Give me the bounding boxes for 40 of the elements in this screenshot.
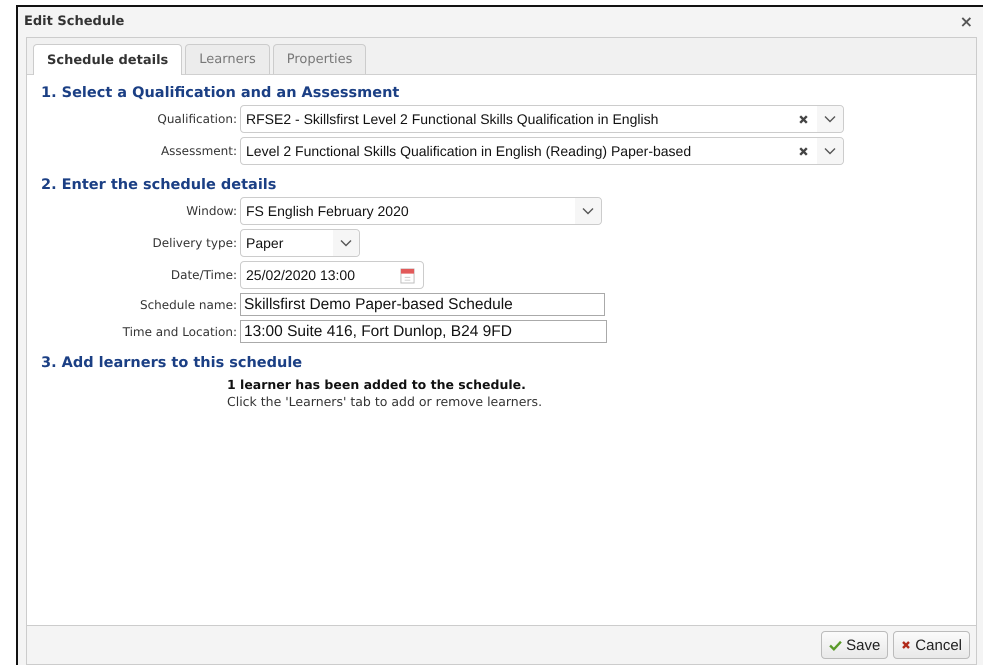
- section-heading: 1. Select a Qualification and an Assessment: [41, 85, 400, 101]
- tab[interactable]: Properties: [272, 44, 366, 74]
- caret-icon[interactable]: [817, 106, 843, 132]
- field-label: Time and Location:: [122, 324, 238, 338]
- clear-icon[interactable]: [798, 146, 809, 156]
- section-heading: 2. Enter the schedule details: [41, 177, 278, 193]
- combo-box[interactable]: RFSE2 - Skillsfirst Level 2 Functional Skills Qualification in English: [240, 105, 844, 133]
- calendar-icon[interactable]: [400, 266, 415, 284]
- check-icon: [829, 640, 842, 650]
- section-heading: 3. Add learners to this schedule: [41, 355, 304, 371]
- clear-icon[interactable]: [798, 114, 809, 124]
- combo-value: Level 2 Functional Skills Qualification in English (Reading) Paper-based: [245, 143, 692, 159]
- dropdown[interactable]: FS English February 2020: [240, 197, 602, 225]
- field-label: Assessment:: [160, 144, 238, 158]
- caret-icon[interactable]: [333, 230, 359, 256]
- field-label: Window:: [185, 204, 238, 218]
- combo-value: RFSE2 - Skillsfirst Level 2 Functional Skills Qualification in English: [245, 111, 660, 127]
- dialog-title: Edit Schedule: [24, 14, 124, 28]
- dropdown-value: Paper: [245, 235, 284, 251]
- hint-text: Click the 'Learners' tab to add or remove learners.: [227, 394, 544, 409]
- field-label: Qualification:: [156, 112, 238, 126]
- field-label: Delivery type:: [152, 236, 238, 250]
- dropdown-value: FS English February 2020: [245, 203, 410, 219]
- cross-icon: [901, 640, 912, 650]
- close-button[interactable]: ×: [956, 12, 977, 30]
- save-button[interactable]: Save: [821, 631, 888, 659]
- field-label: Schedule name:: [138, 298, 238, 312]
- field-label: Date/Time:: [170, 268, 238, 282]
- text-input[interactable]: Skillsfirst Demo Paper-based Schedule: [240, 293, 605, 316]
- caret-icon[interactable]: [817, 138, 843, 164]
- text-input[interactable]: 13:00 Suite 416, Fort Dunlop, B24 9FD: [240, 320, 607, 343]
- date-value: 25/02/2020 13:00: [245, 267, 356, 283]
- notice-text: 1 learner has been added to the schedule.: [227, 377, 527, 392]
- combo-box[interactable]: Level 2 Functional Skills Qualification in English (Reading) Paper-based: [240, 137, 844, 165]
- cancel-button[interactable]: Cancel: [893, 631, 970, 659]
- tab[interactable]: Learners: [185, 44, 270, 74]
- tab[interactable]: Schedule details: [33, 44, 182, 75]
- caret-icon[interactable]: [575, 198, 601, 224]
- dropdown[interactable]: Paper: [240, 229, 360, 257]
- date-field[interactable]: 25/02/2020 13:00: [240, 261, 424, 289]
